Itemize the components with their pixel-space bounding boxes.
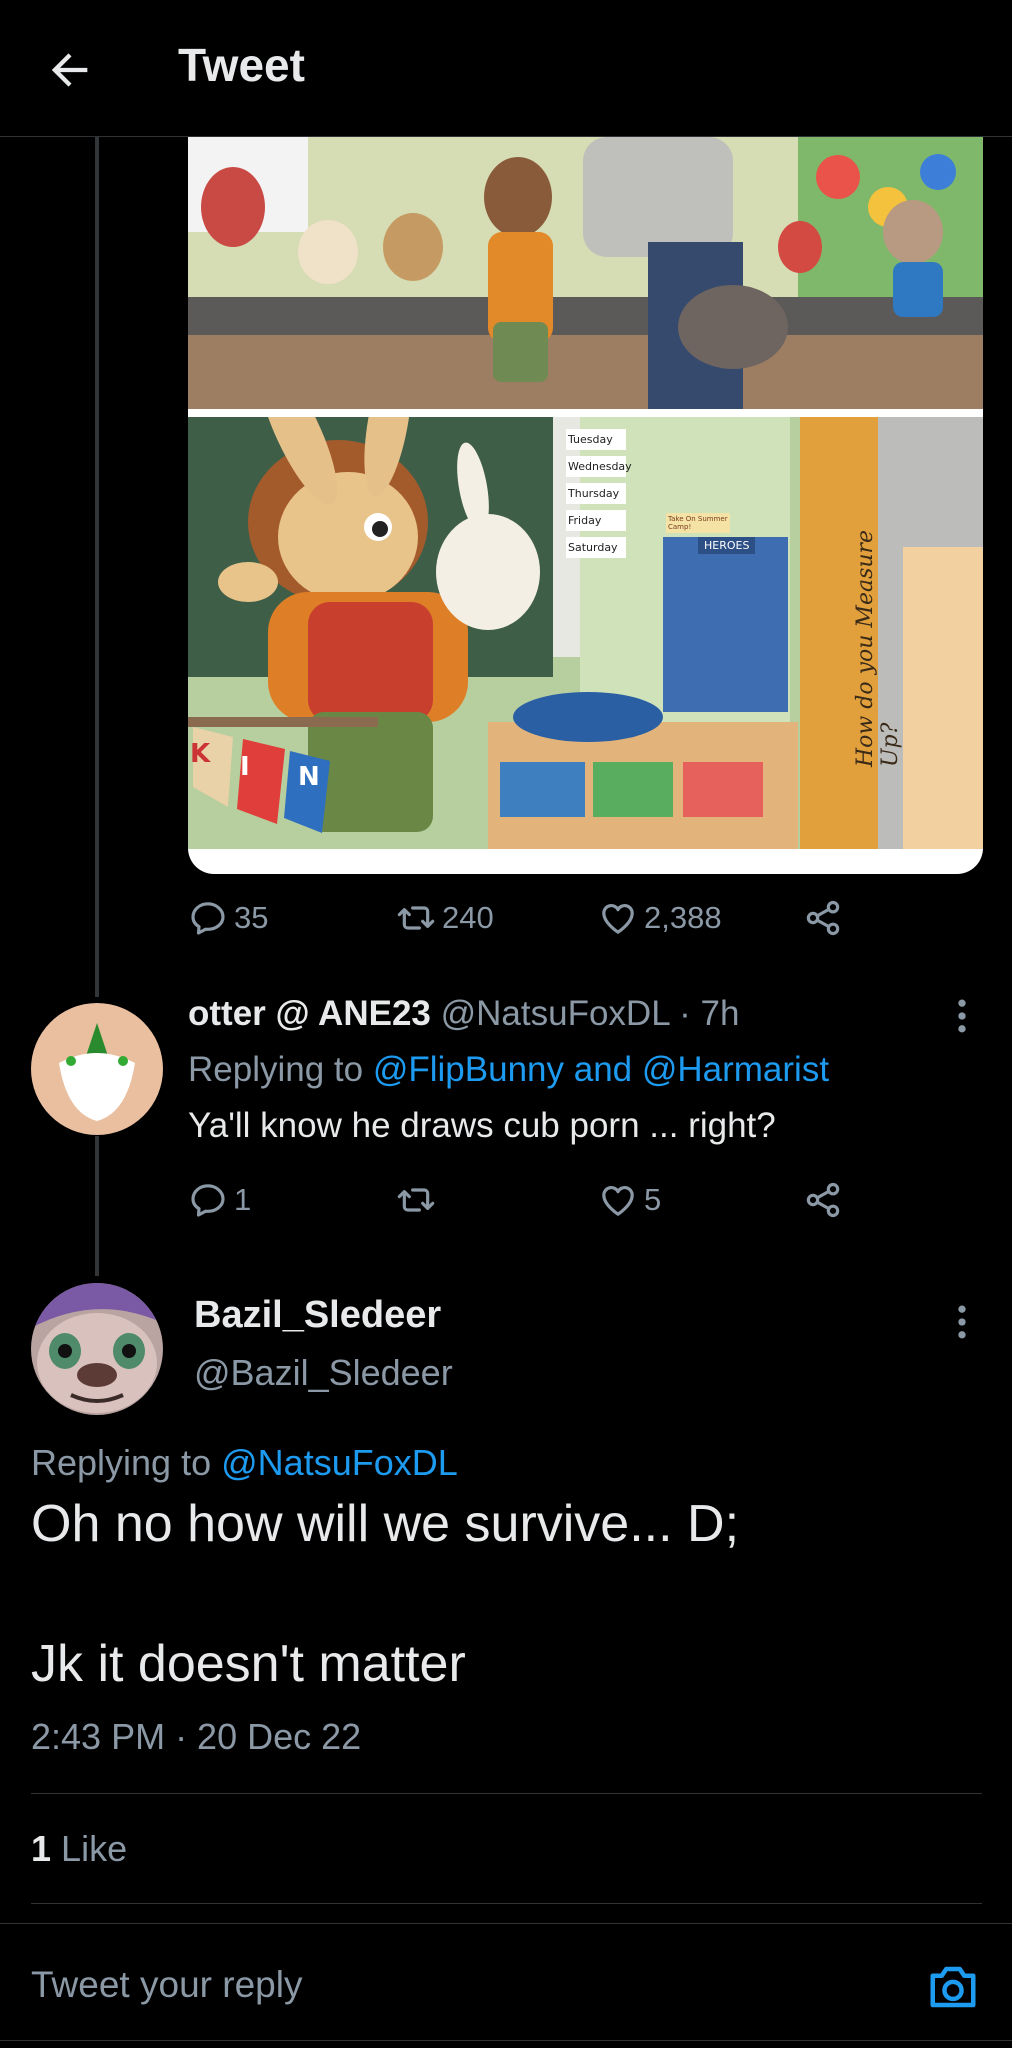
reply-count: 35 (234, 900, 269, 935)
reply-actions: 1 5 (188, 1180, 988, 1226)
retweet-icon (397, 906, 435, 930)
tweet-actions: 35 240 2,388 (188, 898, 988, 944)
tweet-text-line-1: Oh no how will we survive... D; (31, 1495, 740, 1553)
reply-text: Ya'll know he draws cub porn ... right? (188, 1106, 776, 1145)
top-bar: Tweet (0, 0, 1012, 137)
schedule-day: Tuesday (566, 429, 626, 450)
heart-icon (602, 904, 634, 934)
likes-summary[interactable]: 1 Like (31, 1828, 127, 1870)
schedule-day: Thursday (566, 483, 626, 504)
thread-line (95, 137, 99, 997)
main-author-handle[interactable]: @Bazil_Sledeer (194, 1352, 453, 1394)
main-author-avatar[interactable] (31, 1283, 163, 1415)
retweet-button[interactable] (396, 1180, 442, 1220)
like-count: 2,388 (644, 900, 722, 935)
classroom-panel-bottom: Tuesday Wednesday Thursday Friday Saturd… (188, 417, 983, 849)
retweet-button[interactable]: 240 (396, 898, 494, 938)
thread-line (95, 1136, 99, 1276)
reply-author-avatar[interactable] (31, 1003, 163, 1135)
replying-to-link[interactable]: @FlipBunny and @Harmarist (373, 1050, 829, 1089)
replying-to-label: Replying to (31, 1442, 212, 1483)
replying-to-link[interactable]: @NatsuFoxDL (221, 1442, 458, 1483)
reply-replying-to: Replying to @FlipBunny and @Harmarist (188, 1050, 829, 1090)
heroes-board-title: HEROES (698, 537, 756, 554)
schedule-day: Friday (566, 510, 626, 531)
back-arrow-icon[interactable] (44, 44, 96, 96)
divider (31, 1793, 982, 1794)
more-options-icon[interactable] (940, 1300, 984, 1344)
schedule-card: Tuesday Wednesday Thursday Friday Saturd… (566, 429, 632, 558)
share-button[interactable] (803, 898, 843, 938)
tweet-text-line-2: Jk it doesn't matter (31, 1635, 466, 1693)
reply-time: · 7h (679, 994, 740, 1033)
schedule-day: Wednesday (566, 456, 632, 477)
retweet-count: 240 (442, 900, 494, 935)
main-author-name[interactable]: Bazil_Sledeer (194, 1294, 441, 1337)
likes-count: 1 (31, 1828, 52, 1869)
divider (0, 2040, 1012, 2041)
schedule-day: Saturday (566, 537, 626, 558)
like-button[interactable]: 2,388 (598, 898, 722, 938)
reply-icon (191, 902, 225, 935)
more-options-icon[interactable] (940, 994, 984, 1038)
heart-icon (602, 1186, 634, 1216)
share-icon (806, 1182, 840, 1218)
replying-to-label: Replying to (188, 1050, 364, 1089)
reply-button[interactable]: 1 (188, 1180, 251, 1220)
reply-button[interactable]: 35 (188, 898, 268, 938)
reply-count: 1 (234, 1182, 252, 1217)
reply-composer-input[interactable]: Tweet your reply (31, 1964, 302, 2006)
banner-letter: I (240, 752, 250, 782)
main-replying-to: Replying to @NatsuFoxDL (31, 1442, 458, 1484)
tweet-timestamp[interactable]: 2:43 PM · 20 Dec 22 (31, 1716, 361, 1758)
divider (0, 1923, 1012, 1924)
share-button[interactable] (803, 1180, 843, 1220)
page-title: Tweet (178, 39, 305, 91)
reply-author-line: otter @ ANE23 @NatsuFoxDL · 7h (188, 994, 739, 1034)
classroom-panel-top (188, 137, 983, 409)
tweet-media-image[interactable]: Tuesday Wednesday Thursday Friday Saturd… (188, 137, 983, 874)
like-count: 5 (644, 1182, 662, 1217)
likes-label: Like (61, 1828, 128, 1869)
camera-icon[interactable] (926, 1962, 980, 2012)
reply-icon (191, 1184, 225, 1217)
like-button[interactable]: 5 (598, 1180, 661, 1220)
divider (31, 1903, 982, 1904)
banner-letter: K (190, 739, 211, 769)
reply-author-handle[interactable]: @NatsuFoxDL (441, 994, 670, 1033)
small-sign: Take On Summer Camp! (666, 513, 730, 533)
retweet-icon (397, 1188, 435, 1212)
reply-author-name[interactable]: otter @ ANE23 (188, 994, 431, 1033)
measure-ruler-text: How do you Measure Up? (853, 529, 903, 767)
banner-letter: N (298, 762, 320, 792)
share-icon (806, 900, 840, 936)
